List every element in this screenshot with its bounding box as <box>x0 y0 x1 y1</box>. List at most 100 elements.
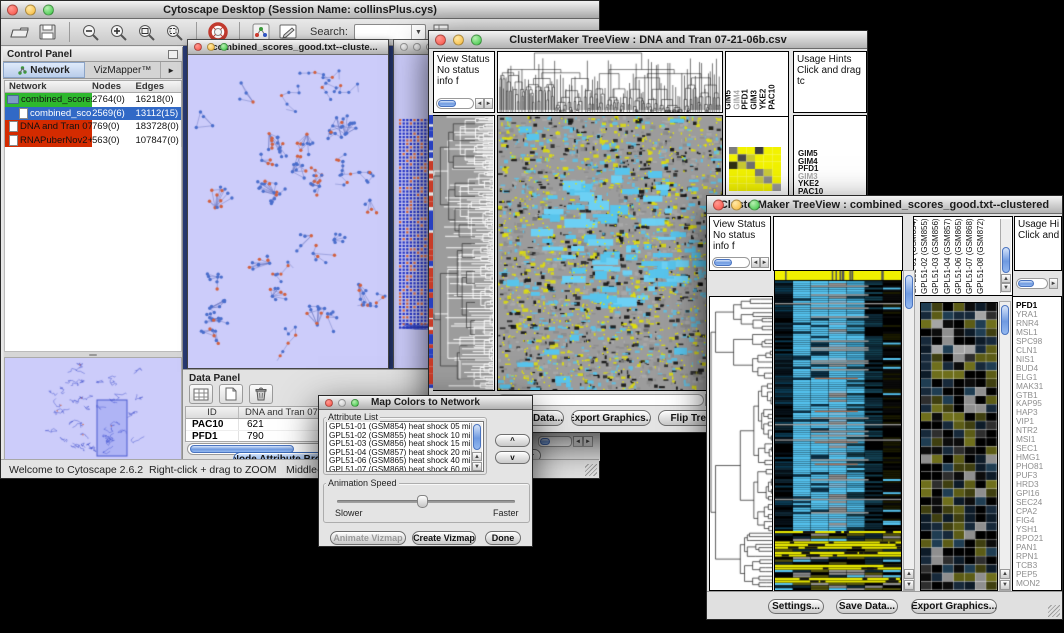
new-attribute-icon[interactable] <box>219 384 243 404</box>
tab-vizmapper[interactable]: VizMapper™ <box>85 62 161 78</box>
tv1-heatmap[interactable] <box>497 115 723 391</box>
network-view-1-titlebar[interactable]: combined_scores_good.txt--cluste... <box>188 40 388 55</box>
scroll-down-icon[interactable]: ▼ <box>1000 580 1010 590</box>
attribute-list-vscrollbar[interactable]: ▲ ▼ <box>471 423 482 472</box>
save-icon[interactable] <box>37 22 59 42</box>
tv2-labels-vscrollbar[interactable]: ▲ ▼ <box>1000 219 1011 293</box>
network-table-header[interactable]: Network Nodes Edges <box>5 81 181 93</box>
zoom-in-icon[interactable] <box>108 22 130 42</box>
network-overview-panel[interactable] <box>4 357 182 461</box>
tv2-save-data-button[interactable]: Save Data... <box>836 599 898 614</box>
zoom-window-button[interactable] <box>351 399 359 407</box>
tv2-zoom-heatmap[interactable] <box>920 302 998 591</box>
scroll-up-icon[interactable]: ▲ <box>1001 274 1011 283</box>
scroll-up-icon[interactable]: ▲ <box>1000 569 1010 579</box>
zoom-out-icon[interactable] <box>80 22 102 42</box>
tv2-row-dendrogram[interactable] <box>709 296 773 591</box>
tv2-status-hscrollbar[interactable] <box>712 257 750 268</box>
scroll-left-icon[interactable]: ◄ <box>475 98 484 109</box>
zoom-window-button[interactable] <box>749 199 760 210</box>
close-button[interactable] <box>194 43 202 51</box>
tv2-settings-button[interactable]: Settings... <box>768 599 824 614</box>
tv2-gene-vscrollbar[interactable]: ▲ ▼ <box>999 301 1011 591</box>
done-button[interactable]: Done <box>485 531 521 545</box>
scroll-right-icon[interactable]: ► <box>760 257 769 268</box>
create-vizmap-button[interactable]: Create Vizmap <box>412 531 476 545</box>
minimize-button[interactable] <box>413 43 421 51</box>
minimize-button[interactable] <box>207 43 215 51</box>
scroll-down-icon[interactable]: ▼ <box>472 462 482 471</box>
minimize-button[interactable] <box>453 34 464 45</box>
file-icon <box>9 135 18 146</box>
close-button[interactable] <box>435 34 446 45</box>
search-dropdown-arrow[interactable]: ▼ <box>411 25 425 39</box>
scroll-left-icon[interactable]: ◄ <box>573 436 583 447</box>
delete-attribute-icon[interactable] <box>249 384 273 404</box>
tab-network[interactable]: Network <box>3 62 85 78</box>
animate-vizmap-button[interactable]: Animate Vizmap <box>330 531 406 545</box>
col-nodes[interactable]: Nodes <box>92 81 136 92</box>
scroll-right-icon[interactable]: ► <box>1049 278 1058 289</box>
close-button[interactable] <box>7 4 18 15</box>
move-up-button[interactable]: ^ <box>495 434 530 447</box>
scroll-down-icon[interactable]: ▼ <box>1001 283 1011 292</box>
close-button[interactable] <box>400 43 408 51</box>
open-folder-icon[interactable] <box>9 22 31 42</box>
scroll-up-icon[interactable]: ▲ <box>472 452 482 461</box>
tv2-column-labels-panel[interactable]: GPL51-01 (GSM854)GPL51-02 (GSM855)GPL51-… <box>913 216 1013 296</box>
tv2-hints-hscrollbar[interactable] <box>1016 278 1048 289</box>
network-row[interactable]: combined_sco2569(6)13112(15) <box>5 107 181 121</box>
minimize-button[interactable] <box>25 4 36 15</box>
tv1-status-hscrollbar[interactable] <box>436 98 474 109</box>
close-button[interactable] <box>325 399 333 407</box>
zoom-selected-icon[interactable] <box>164 22 186 42</box>
tv2-global-heatmap[interactable] <box>774 270 902 591</box>
zoom-window-button[interactable] <box>220 43 228 51</box>
network-row[interactable]: DNA and Tran 07769(0)183728(0) <box>5 120 181 134</box>
minimize-button[interactable] <box>338 399 346 407</box>
tv2-heatmap-vscrollbar[interactable]: ▲ ▼ <box>903 270 915 591</box>
attribute-list-item[interactable]: GPL51-07 (GSM868) heat shock 60 min <box>327 466 483 472</box>
gene-label: MON2 <box>1013 579 1061 588</box>
scroll-down-icon[interactable]: ▼ <box>904 580 914 590</box>
search-input[interactable]: ▼ <box>354 24 426 40</box>
dialog-titlebar[interactable]: Map Colors to Network <box>319 396 532 410</box>
tv2-export-graphics-button[interactable]: Export Graphics... <box>911 599 997 614</box>
zoom-window-button[interactable] <box>471 34 482 45</box>
resize-grip[interactable] <box>1048 605 1060 617</box>
treeview2-titlebar[interactable]: ClusterMaker TreeView : combined_scores_… <box>707 196 1062 214</box>
zoom-window-button[interactable] <box>43 4 54 15</box>
select-attributes-icon[interactable] <box>189 384 213 404</box>
tv2-gene-list-panel[interactable]: PFD1YRA1RNR4MSL1SPC98CLN1NIS1BUD4ELG1MAK… <box>1012 296 1062 591</box>
scroll-left-icon[interactable]: ◄ <box>751 257 760 268</box>
tv1-column-labels-panel[interactable]: GIM5GIM4PFD1GIM3YKE2PAC10 <box>725 51 789 117</box>
tab-overflow-button[interactable]: ► <box>161 62 182 78</box>
treeview1-titlebar[interactable]: ClusterMaker TreeView : DNA and Tran 07-… <box>429 31 867 49</box>
scroll-up-icon[interactable]: ▲ <box>904 569 914 579</box>
tv2-column-dendrogram[interactable] <box>773 216 903 271</box>
col-id[interactable]: ID <box>186 407 238 418</box>
zoom-fit-icon[interactable] <box>136 22 158 42</box>
data-panel-right-hscrollbar[interactable] <box>538 436 572 447</box>
col-edges[interactable]: Edges <box>136 81 181 92</box>
close-button[interactable] <box>713 199 724 210</box>
main-titlebar[interactable]: Cytoscape Desktop (Session Name: collins… <box>1 1 599 19</box>
attribute-id: PFD1 <box>186 431 238 442</box>
network-row[interactable]: combined_scores2764(0)16218(0) <box>5 93 181 107</box>
scroll-right-icon[interactable]: ► <box>583 436 593 447</box>
tv1-row-dendrogram[interactable] <box>433 115 495 391</box>
move-down-button[interactable]: v <box>495 451 530 464</box>
tv1-export-graphics-button[interactable]: Export Graphics... <box>571 410 651 426</box>
network-overview-canvas[interactable] <box>5 358 181 460</box>
scroll-right-icon[interactable]: ► <box>484 98 493 109</box>
resize-grip[interactable] <box>585 464 597 476</box>
network-canvas[interactable] <box>188 55 388 368</box>
attribute-list[interactable]: GPL51-01 (GSM854) heat shock 05 minGPL51… <box>326 421 484 472</box>
minimize-button[interactable] <box>731 199 742 210</box>
dialog-title: Map Colors to Network <box>371 397 480 408</box>
network-row[interactable]: RNAPuberNov2+I563(0)107847(0) <box>5 134 181 148</box>
animation-speed-slider-thumb[interactable] <box>417 495 428 508</box>
tv1-column-dendrogram[interactable] <box>497 51 723 113</box>
float-panel-icon[interactable] <box>168 50 178 59</box>
col-network[interactable]: Network <box>5 81 92 92</box>
